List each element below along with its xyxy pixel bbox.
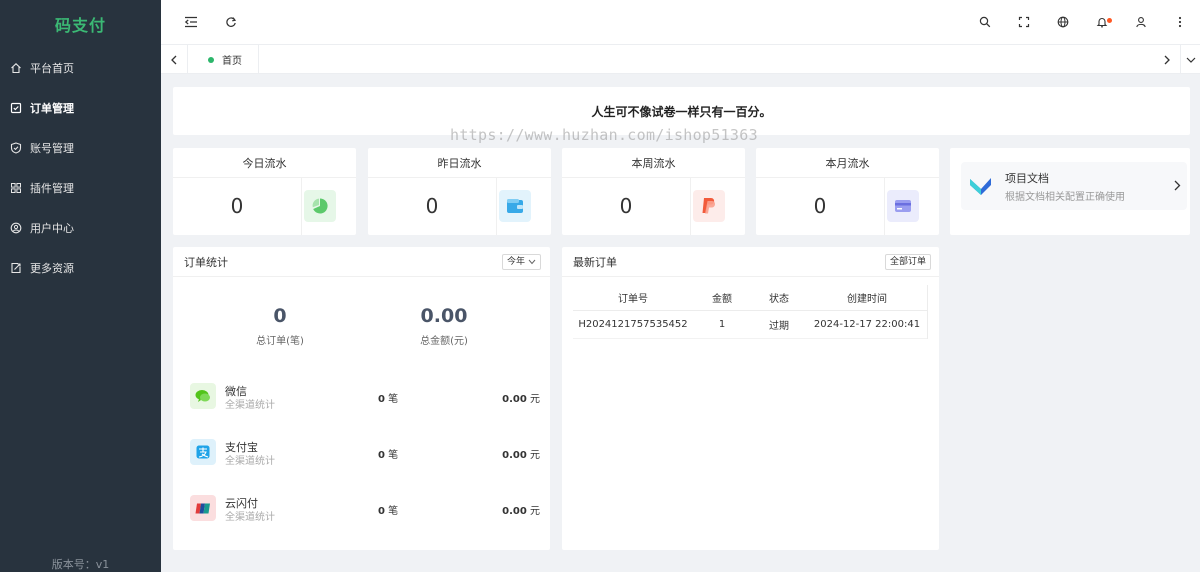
project-docs-link[interactable]: 项目文档 根据文档相关配置正确使用 [961,162,1187,210]
column-header: 金额 [712,294,732,305]
sidebar-item-label: 平台首页 [30,62,74,75]
stat-card-yesterday: 昨日流水 0 [368,148,551,235]
total-orders-value: 0 [273,305,287,327]
home-icon [10,62,22,74]
watermark: https://www.huzhan.com/ishop51363 [450,126,758,144]
order-stats-panel: 订单统计 今年 0 总订单(笔) 0.00 总金额(元) 微信 全渠道统计 0 … [173,247,550,550]
order-created-time: 2024-12-17 22:00:41 [813,319,921,330]
column-header: 状态 [769,294,789,305]
app-logo[interactable]: 码支付 [0,0,161,48]
sidebar-item-home[interactable]: 平台首页 [0,48,161,88]
user-circle-icon [10,222,22,234]
channel-subtitle: 全渠道统计 [225,456,275,467]
active-tab-dot [208,56,214,63]
bell-icon[interactable] [1094,14,1112,30]
top-header [161,0,1200,45]
sidebar-item-label: 插件管理 [30,182,74,195]
sidebar-item-label: 用户中心 [30,222,74,235]
stat-title: 今日流水 [173,148,356,178]
alipay-icon [190,439,216,465]
stat-card-week: 本周流水 0 [562,148,745,235]
refresh-icon[interactable] [223,14,239,30]
search-icon[interactable] [977,14,993,30]
export-icon [10,262,22,274]
stat-title: 本月流水 [756,148,939,178]
latest-orders-panel: 最新订单 全部订单 订单号 金额 状态 创建时间 H20241217575354… [562,247,939,550]
range-select[interactable]: 今年 [502,254,542,270]
order-icon [10,102,22,114]
stat-value: 0 [425,194,439,218]
sidebar-item-user-center[interactable]: 用户中心 [0,208,161,248]
user-icon[interactable] [1133,14,1149,30]
channel-subtitle: 全渠道统计 [225,512,275,523]
sidebar-item-more-resources[interactable]: 更多资源 [0,248,161,288]
docs-subtitle: 根据文档相关配置正确使用 [1005,192,1125,203]
stat-value: 0 [813,194,827,218]
tab-scroll-right-icon[interactable] [1154,45,1180,74]
stat-title: 本周流水 [562,148,745,178]
fullscreen-icon[interactable] [1016,14,1032,30]
docs-title: 项目文档 [1005,172,1049,185]
channel-amount: 0.00 元 [502,506,540,517]
wechat-icon [190,383,216,409]
notification-dot [1107,18,1112,23]
tab-bar: 首页 [161,45,1200,74]
project-docs-card: 项目文档 根据文档相关配置正确使用 [950,148,1190,235]
order-number: H2024121757535452 [578,319,688,330]
channel-subtitle: 全渠道统计 [225,400,275,411]
unionpay-icon [190,495,216,521]
channel-amount: 0.00 元 [502,450,540,461]
shield-icon [10,142,22,154]
table-header: 订单号 金额 状态 创建时间 [573,285,927,311]
tab-home-label: 首页 [222,56,242,67]
channel-count: 0 笔 [378,450,399,461]
total-orders-label: 总订单(笔) [256,336,304,347]
sidebar-item-label: 账号管理 [30,142,74,155]
more-vertical-icon[interactable] [1172,14,1188,30]
stat-value: 0 [619,194,633,218]
version-label: 版本号：v1 [51,558,110,571]
order-amount: 1 [718,319,726,330]
column-header: 订单号 [618,294,648,305]
order-status: 过期 [769,321,789,332]
channel-row-alipay: 支付宝 全渠道统计 0 笔 0.00 元 [190,437,540,467]
sidebar-item-orders[interactable]: 订单管理 [0,88,161,128]
wallet-icon [499,190,531,222]
sidebar: 码支付 平台首页 订单管理 账号管理 插件管理 用户中心 更多资源 版本号：v1 [0,0,161,572]
panel-title: 最新订单 [573,255,617,269]
chevron-down-icon [528,259,536,265]
menu-fold-icon[interactable] [183,14,199,30]
total-amount-label: 总金额(元) [420,336,468,347]
globe-icon[interactable] [1055,14,1071,30]
panel-title: 订单统计 [184,255,228,269]
grid-icon [10,182,22,194]
paypal-icon [693,190,725,222]
chevron-right-icon [1173,180,1181,194]
docs-logo-icon [969,175,993,200]
channel-amount: 0.00 元 [502,394,540,405]
channel-row-unionpay: 云闪付 全渠道统计 0 笔 0.00 元 [190,493,540,523]
tab-dropdown-icon[interactable] [1180,45,1200,74]
table-row[interactable]: H2024121757535452 1 过期 2024-12-17 22:00:… [573,311,927,339]
pie-chart-icon [304,190,336,222]
all-orders-button[interactable]: 全部订单 [885,254,932,270]
range-select-value: 今年 [507,257,526,267]
sidebar-item-label: 订单管理 [30,102,74,115]
stat-value: 0 [230,194,244,218]
column-header: 创建时间 [847,294,887,305]
tab-scroll-left-icon[interactable] [161,45,187,74]
channel-count: 0 笔 [378,394,399,405]
channel-count: 0 笔 [378,506,399,517]
latest-orders-table: 订单号 金额 状态 创建时间 H2024121757535452 1 过期 20… [573,285,928,339]
tab-home[interactable]: 首页 [187,45,259,74]
channel-row-wechat: 微信 全渠道统计 0 笔 0.00 元 [190,381,540,411]
sidebar-item-label: 更多资源 [30,262,74,275]
sidebar-item-plugins[interactable]: 插件管理 [0,168,161,208]
total-amount-value: 0.00 [420,305,468,327]
stat-card-month: 本月流水 0 [756,148,939,235]
sidebar-item-accounts[interactable]: 账号管理 [0,128,161,168]
stat-card-today: 今日流水 0 [173,148,356,235]
card-icon [887,190,919,222]
stat-title: 昨日流水 [368,148,551,178]
